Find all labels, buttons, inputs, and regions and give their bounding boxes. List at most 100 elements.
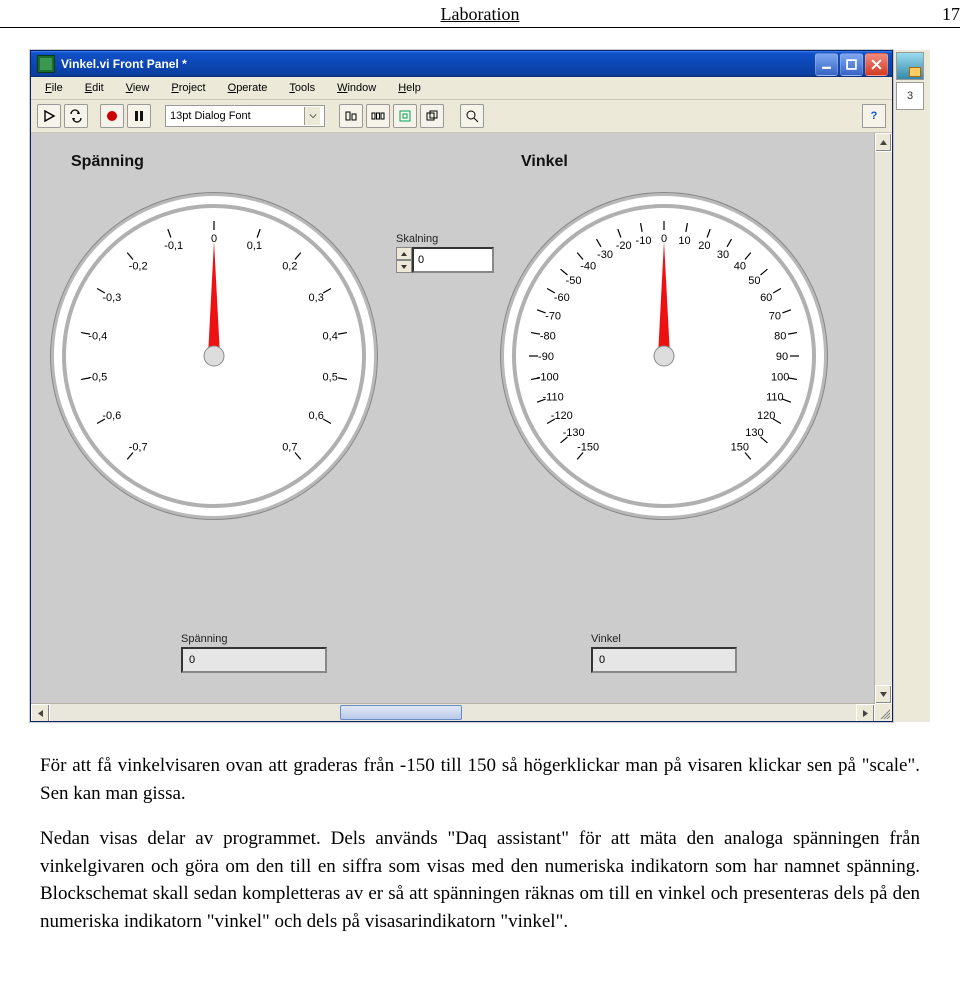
svg-text:40: 40: [734, 261, 746, 273]
connector-pane-icon[interactable]: 3: [896, 82, 924, 110]
svg-text:-110: -110: [543, 391, 564, 403]
vinkel-ind-field: 0: [591, 647, 737, 673]
svg-text:80: 80: [774, 331, 786, 343]
skalning-field[interactable]: 0: [412, 247, 494, 273]
font-selector[interactable]: 13pt Dialog Font: [165, 105, 325, 127]
skalning-label: Skalning: [396, 233, 494, 245]
svg-text:-90: -90: [538, 351, 554, 363]
svg-text:60: 60: [760, 292, 772, 304]
app-icon: [37, 55, 55, 73]
labview-window: Vinkel.vi Front Panel * File Edit View P…: [30, 50, 893, 722]
svg-text:10: 10: [678, 235, 690, 247]
svg-text:-0,1: -0,1: [164, 240, 183, 252]
gauge2-title: Vinkel: [521, 153, 568, 171]
chevron-down-icon: [304, 107, 320, 125]
skalning-increment[interactable]: [396, 247, 412, 260]
distribute-objects-button[interactable]: [366, 104, 390, 128]
menu-window[interactable]: Window: [327, 79, 386, 97]
horizontal-scrollbar[interactable]: [31, 703, 875, 721]
svg-text:-40: -40: [580, 261, 596, 273]
menu-operate[interactable]: Operate: [218, 79, 278, 97]
vertical-scrollbar[interactable]: [874, 133, 892, 704]
doc-running-header: Laboration 17: [0, 0, 960, 28]
vinkel-ind-value: 0: [599, 654, 605, 666]
pause-button[interactable]: [127, 104, 151, 128]
svg-text:-10: -10: [636, 235, 652, 247]
svg-text:0,7: 0,7: [282, 441, 297, 453]
menu-bar: File Edit View Project Operate Tools Win…: [31, 77, 892, 100]
svg-text:-0,3: -0,3: [102, 292, 121, 304]
svg-text:20: 20: [698, 240, 710, 252]
svg-text:0,2: 0,2: [282, 261, 297, 273]
doc-page-number: 17: [920, 4, 960, 25]
toolbar: 13pt Dialog Font ?: [31, 100, 892, 133]
spanning-ind-value: 0: [189, 654, 195, 666]
svg-text:-0,4: -0,4: [88, 331, 107, 343]
reorder-button[interactable]: [420, 104, 444, 128]
svg-text:-50: -50: [566, 275, 582, 287]
menu-project[interactable]: Project: [161, 79, 215, 97]
spanning-indicator: Spänning 0: [181, 633, 327, 673]
vinkel-indicator: Vinkel 0: [591, 633, 737, 673]
svg-text:-80: -80: [540, 331, 556, 343]
hscroll-thumb[interactable]: [340, 705, 462, 720]
svg-text:0,6: 0,6: [309, 410, 324, 422]
window-titlebar[interactable]: Vinkel.vi Front Panel *: [31, 51, 892, 77]
svg-text:30: 30: [717, 249, 729, 261]
svg-text:-0,6: -0,6: [102, 410, 121, 422]
vinkel-ind-label: Vinkel: [591, 633, 737, 645]
help-button[interactable]: ?: [862, 104, 886, 128]
svg-text:0,3: 0,3: [309, 292, 324, 304]
svg-text:50: 50: [748, 275, 760, 287]
menu-edit[interactable]: Edit: [75, 79, 114, 97]
minimize-button[interactable]: [815, 53, 838, 76]
vi-icon[interactable]: [896, 52, 924, 80]
scroll-down-icon[interactable]: [875, 685, 892, 704]
menu-tools[interactable]: Tools: [279, 79, 325, 97]
menu-view[interactable]: View: [116, 79, 160, 97]
svg-text:70: 70: [769, 311, 781, 323]
gauge-vinkel[interactable]: -150-130-120-110-100-90-80-70-60-50-40-3…: [501, 193, 827, 519]
scroll-up-icon[interactable]: [875, 133, 892, 152]
front-panel[interactable]: Spänning Vinkel -0,7 -0,6 -0,5 -0,4 -0,3 -0,2…: [31, 133, 892, 721]
scroll-right-icon[interactable]: [856, 704, 875, 721]
svg-text:-0,2: -0,2: [129, 261, 148, 273]
svg-text:0,1: 0,1: [247, 240, 262, 252]
svg-text:130: 130: [745, 427, 763, 439]
align-objects-button[interactable]: [339, 104, 363, 128]
resize-grip-icon[interactable]: [878, 707, 890, 719]
gauge-spanning[interactable]: -0,7-0,6-0,5-0,4-0,3-0,2-0,100,10,20,30,…: [51, 193, 377, 519]
window-title: Vinkel.vi Front Panel *: [61, 57, 815, 71]
svg-text:-70: -70: [545, 311, 561, 323]
svg-text:120: 120: [757, 410, 775, 422]
svg-text:-100: -100: [537, 371, 559, 383]
svg-text:-20: -20: [616, 240, 632, 252]
resize-objects-button[interactable]: [393, 104, 417, 128]
skalning-decrement[interactable]: [396, 260, 412, 273]
maximize-button[interactable]: [840, 53, 863, 76]
scroll-left-icon[interactable]: [31, 704, 50, 721]
svg-text:-150: -150: [577, 441, 599, 453]
abort-button[interactable]: [100, 104, 124, 128]
menu-help[interactable]: Help: [388, 79, 431, 97]
doc-header-label: Laboration: [40, 4, 920, 25]
svg-text:-0,7: -0,7: [129, 441, 148, 453]
spanning-ind-label: Spänning: [181, 633, 327, 645]
svg-text:-30: -30: [597, 249, 613, 261]
skalning-value: 0: [418, 254, 424, 266]
search-button[interactable]: [460, 104, 484, 128]
svg-text:0,4: 0,4: [323, 331, 338, 343]
paragraph-1: För att få vinkelvisaren ovan att grader…: [40, 752, 920, 807]
paragraph-2: Nedan visas delar av programmet. Dels an…: [40, 825, 920, 935]
svg-text:90: 90: [776, 351, 788, 363]
close-button[interactable]: [865, 53, 888, 76]
document-body-text: För att få vinkelvisaren ovan att grader…: [0, 728, 960, 993]
svg-text:-0,5: -0,5: [88, 371, 107, 383]
run-continuous-button[interactable]: [64, 104, 88, 128]
svg-text:0,5: 0,5: [323, 371, 338, 383]
spanning-ind-field: 0: [181, 647, 327, 673]
run-button[interactable]: [37, 104, 61, 128]
menu-file[interactable]: File: [35, 79, 73, 97]
svg-text:-120: -120: [551, 410, 573, 422]
svg-text:110: 110: [766, 391, 784, 403]
